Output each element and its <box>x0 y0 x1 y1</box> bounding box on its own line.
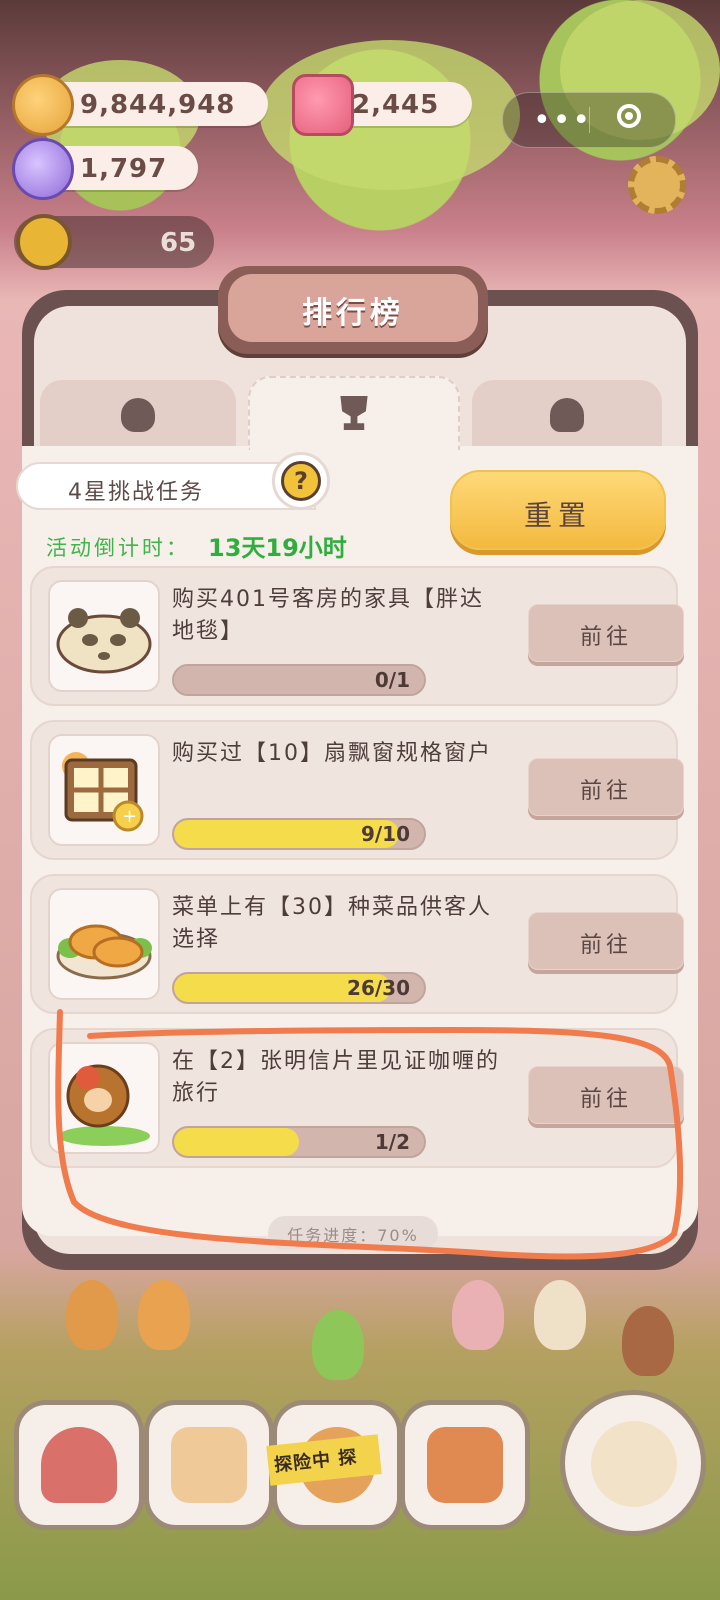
trophy-icon <box>340 396 368 430</box>
task-description: 购买401号客房的家具【胖达地毯】 <box>172 587 484 644</box>
adventure-status-text: 探险中 探 <box>273 1446 359 1477</box>
tab-mushroom[interactable] <box>472 380 662 446</box>
task-progress-bar: 9/10 <box>172 818 426 850</box>
people-icon <box>121 398 155 432</box>
go-button[interactable]: 前往 <box>528 912 684 970</box>
tab-trophy[interactable] <box>248 376 460 450</box>
progress-text: 9/10 <box>360 822 410 846</box>
bread-dish-thumbnail <box>48 888 160 1000</box>
dock-diary-button[interactable] <box>144 1400 274 1530</box>
candy-icon <box>12 138 74 200</box>
task-card: 购买401号客房的家具【胖达地毯】 0/1 前往 <box>30 566 684 706</box>
go-button[interactable]: 前往 <box>528 1066 684 1124</box>
dock-home-button[interactable] <box>14 1400 144 1530</box>
window-thumbnail: + <box>48 734 160 846</box>
reset-button[interactable]: 重置 <box>450 470 666 550</box>
close-target-icon[interactable] <box>617 104 641 128</box>
sun-icon <box>16 214 72 270</box>
task-progress-bar: 26/30 <box>172 972 426 1004</box>
more-menu-icon[interactable]: ••• <box>533 103 592 138</box>
task-description: 在【2】张明信片里见证咖喱的旅行 <box>172 1049 500 1106</box>
candy-value: 1,797 <box>80 154 168 184</box>
progress-text: 26/30 <box>347 976 410 1000</box>
level-badge[interactable]: 65 <box>14 214 214 270</box>
mushroom-house-icon <box>41 1427 117 1503</box>
bread-dish-icon <box>56 924 152 980</box>
notebook-icon <box>171 1427 247 1503</box>
settings-gear-icon[interactable] <box>628 156 686 214</box>
mushroom-icon <box>550 398 584 432</box>
go-label: 前往 <box>579 1087 632 1112</box>
task-card: + 购买过【10】扇飘窗规格窗户 9/10 前往 <box>30 720 684 860</box>
coin-icon <box>12 74 74 136</box>
panel-title: 排行榜 <box>302 296 404 331</box>
capsule-divider <box>589 107 590 133</box>
window-icon: + <box>62 752 144 832</box>
shop-icon <box>427 1427 503 1503</box>
gem-value: 2,445 <box>352 90 440 120</box>
task-progress-summary: 任务进度：70% <box>268 1216 438 1250</box>
customer-character <box>534 1280 586 1350</box>
customer-character <box>312 1310 364 1380</box>
countdown-value: 13天19小时 <box>208 534 347 562</box>
help-button[interactable]: ? <box>272 452 330 510</box>
panda-rug-icon <box>56 608 152 674</box>
panda-rug-thumbnail <box>48 580 160 692</box>
curry-character-thumbnail <box>48 1042 160 1154</box>
go-button[interactable]: 前往 <box>528 604 684 662</box>
progress-text: 1/2 <box>374 1130 410 1154</box>
dock-shop-button[interactable] <box>400 1400 530 1530</box>
svg-text:+: + <box>122 806 137 827</box>
dock-fishing-button[interactable] <box>560 1390 706 1536</box>
tab-people[interactable] <box>40 380 236 446</box>
task-progress-text: 任务进度：70% <box>287 1226 419 1245</box>
go-label: 前往 <box>579 933 632 958</box>
fish-cat-icon <box>591 1421 677 1507</box>
gem-counter[interactable]: 2,445 <box>292 74 472 136</box>
progress-text: 0/1 <box>374 668 410 692</box>
task-card: 菜单上有【30】种菜品供客人选择 26/30 前往 <box>30 874 684 1014</box>
question-icon: ? <box>281 461 321 501</box>
customer-character <box>452 1280 504 1350</box>
task-progress-bar: 1/2 <box>172 1126 426 1158</box>
challenge-label: 4星挑战任务 <box>68 480 204 505</box>
miniprogram-capsule: ••• <box>502 92 676 148</box>
challenge-label-box: 4星挑战任务 <box>16 462 316 510</box>
customer-character <box>66 1280 118 1350</box>
coin-counter[interactable]: 9,844,948 <box>12 74 268 136</box>
coin-value: 9,844,948 <box>80 90 236 120</box>
task-description: 菜单上有【30】种菜品供客人选择 <box>172 895 492 952</box>
curry-character-icon <box>58 1064 150 1146</box>
panel-title-plaque: 排行榜 <box>218 266 488 354</box>
customer-character <box>622 1306 674 1376</box>
gem-icon <box>292 74 354 136</box>
countdown-label: 活动倒计时： <box>46 536 190 560</box>
progress-fill <box>174 1128 299 1156</box>
candy-counter[interactable]: 1,797 <box>12 138 198 200</box>
customer-character <box>138 1280 190 1350</box>
go-label: 前往 <box>579 779 632 804</box>
go-button[interactable]: 前往 <box>528 758 684 816</box>
reset-label: 重置 <box>523 499 592 532</box>
task-description: 购买过【10】扇飘窗规格窗户 <box>172 741 492 766</box>
task-progress-bar: 0/1 <box>172 664 426 696</box>
level-value: 65 <box>160 228 197 258</box>
task-card: 在【2】张明信片里见证咖喱的旅行 1/2 前往 <box>30 1028 684 1168</box>
go-label: 前往 <box>579 625 632 650</box>
